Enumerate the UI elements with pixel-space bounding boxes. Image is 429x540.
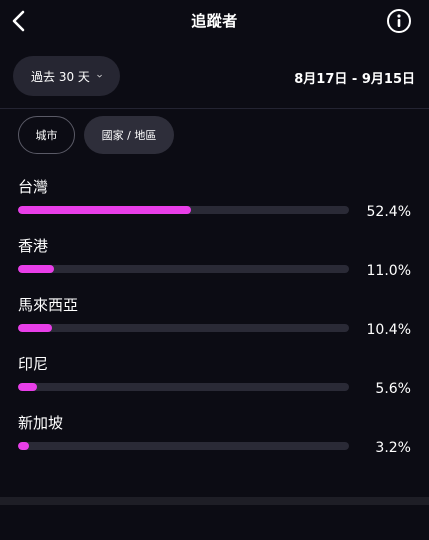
region-percent: 10.4% — [366, 322, 411, 338]
progress-fill — [18, 383, 37, 391]
region-name: 印尼 — [18, 355, 49, 373]
progress-fill — [18, 265, 54, 273]
list-item: 香港 11.0% — [0, 235, 429, 294]
period-dropdown[interactable]: 過去 30 天 — [13, 56, 120, 96]
date-range: 8月17日 - 9月15日 — [294, 72, 415, 87]
region-percent: 52.4% — [366, 204, 411, 220]
region-name: 新加坡 — [18, 414, 64, 432]
region-name: 馬來西亞 — [18, 296, 79, 314]
region-name: 香港 — [18, 237, 49, 255]
list-item: 馬來西亞 10.4% — [0, 294, 429, 353]
header: 追蹤者 — [0, 0, 429, 42]
list-item: 新加坡 3.2% — [0, 412, 429, 471]
region-percent: 11.0% — [366, 263, 411, 279]
period-label: 過去 30 天 — [31, 69, 90, 84]
bottom-divider — [0, 497, 429, 505]
info-icon — [387, 9, 411, 33]
info-button[interactable] — [386, 8, 412, 34]
list-item: 印尼 5.6% — [0, 353, 429, 412]
progress-track — [18, 206, 349, 214]
progress-track — [18, 265, 349, 273]
progress-track — [18, 383, 349, 391]
region-percent: 3.2% — [375, 440, 411, 456]
progress-track — [18, 442, 349, 450]
progress-fill — [18, 206, 191, 214]
progress-fill — [18, 324, 52, 332]
tab-country-region[interactable]: 國家 / 地區 — [84, 116, 174, 154]
divider — [0, 108, 429, 109]
progress-fill — [18, 442, 29, 450]
region-list: 台灣 52.4% 香港 11.0% 馬來西亞 10.4% 印尼 5.6% 新加坡… — [0, 176, 429, 471]
list-item: 台灣 52.4% — [0, 176, 429, 235]
region-percent: 5.6% — [375, 381, 411, 397]
tab-city[interactable]: 城市 — [18, 116, 75, 154]
chevron-down-icon — [97, 74, 102, 78]
segment-tabs: 城市 國家 / 地區 — [18, 116, 174, 156]
page-title: 追蹤者 — [191, 12, 238, 30]
filter-row: 過去 30 天 8月17日 - 9月15日 — [0, 56, 429, 98]
progress-track — [18, 324, 349, 332]
region-name: 台灣 — [18, 178, 49, 196]
